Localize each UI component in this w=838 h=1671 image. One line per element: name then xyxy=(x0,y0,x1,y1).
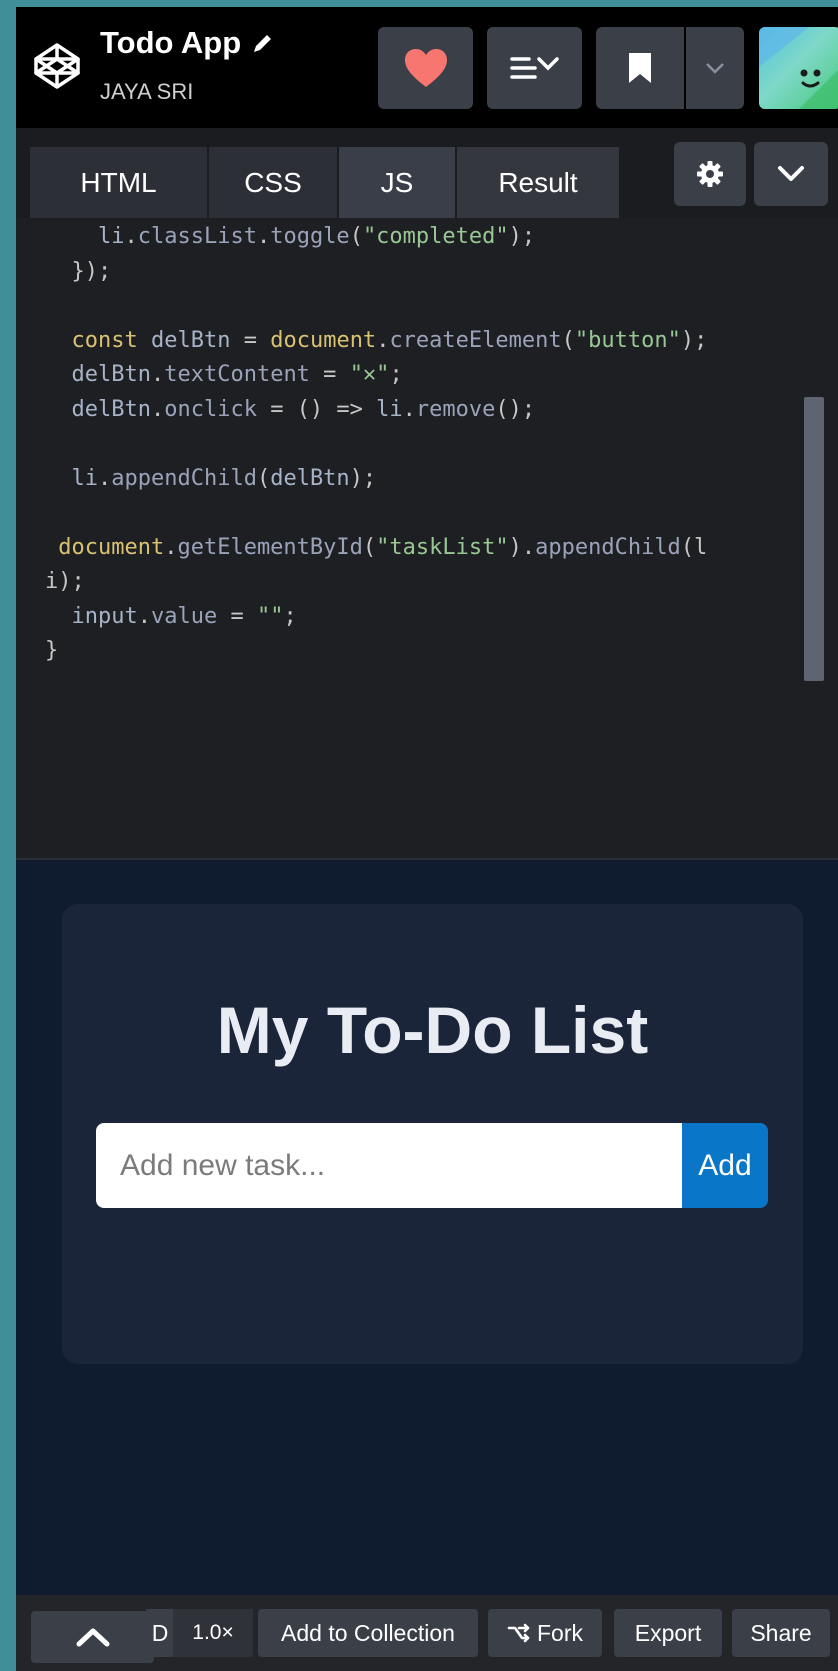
add-task-button[interactable]: Add xyxy=(682,1123,768,1208)
editor-collapse-button[interactable] xyxy=(754,142,828,206)
todo-card: My To-Do List Add xyxy=(62,904,803,1364)
pen-title[interactable]: Todo App xyxy=(100,25,241,61)
expand-console-button[interactable] xyxy=(31,1611,154,1663)
share-button[interactable]: Share xyxy=(732,1609,830,1657)
code-line: li.classList.toggle("completed"); xyxy=(97,224,536,249)
add-to-collection-button[interactable]: Add to Collection xyxy=(258,1609,478,1657)
fork-button[interactable]: Fork xyxy=(488,1609,602,1657)
code-line: input.value = ""; xyxy=(71,603,297,629)
editor-settings-button[interactable] xyxy=(674,142,746,206)
tab-css[interactable]: CSS xyxy=(209,147,337,218)
code-line: delBtn.textContent = "✕"; xyxy=(71,362,403,387)
author-name[interactable]: JAYA SRI xyxy=(100,79,193,105)
result-preview: My To-Do List Add xyxy=(16,860,838,1595)
details-icon xyxy=(509,57,559,79)
js-code-editor[interactable]: li.classList.toggle("completed"); }); co… xyxy=(16,218,838,858)
export-button[interactable]: Export xyxy=(614,1609,722,1657)
tab-js[interactable]: JS xyxy=(339,147,455,218)
task-input[interactable] xyxy=(96,1123,682,1208)
like-button[interactable] xyxy=(378,27,473,109)
chevron-down-icon xyxy=(706,63,724,74)
editor-tab-bar: HTML CSS JS Result xyxy=(16,128,838,218)
codepen-logo-icon[interactable] xyxy=(32,41,82,91)
codepen-window: Todo App JAYA SRI HTML CSS JS Result li.… xyxy=(16,7,838,1671)
chevron-up-icon xyxy=(76,1628,109,1647)
gear-icon xyxy=(697,161,723,187)
truncated-menu-button[interactable]: D xyxy=(146,1609,174,1657)
details-button[interactable] xyxy=(487,27,582,109)
bookmark-button[interactable] xyxy=(596,27,684,109)
code-line: const delBtn = document.createElement("b… xyxy=(71,327,708,353)
bookmark-icon xyxy=(629,53,651,83)
pencil-icon[interactable] xyxy=(251,31,275,55)
fork-label: Fork xyxy=(537,1619,583,1646)
editor-scrollbar[interactable] xyxy=(804,397,824,681)
zoom-level[interactable]: 1.0× xyxy=(173,1609,253,1657)
chevron-down-icon xyxy=(778,166,804,181)
code-line: document.getElementById("taskList").appe… xyxy=(58,534,708,560)
code-line: i); xyxy=(45,569,85,594)
code-line: }); xyxy=(45,258,112,284)
code-line: li.appendChild(delBtn); xyxy=(71,465,377,491)
fork-icon xyxy=(507,1623,530,1643)
avatar-face-icon xyxy=(759,27,838,109)
top-header: Todo App JAYA SRI xyxy=(16,7,838,128)
title-row: Todo App xyxy=(100,25,275,61)
heart-icon xyxy=(404,49,447,87)
collection-dropdown-button[interactable] xyxy=(686,27,744,109)
avatar[interactable] xyxy=(759,27,838,109)
code-line: delBtn.onclick = () => li.remove(); xyxy=(71,396,536,422)
code-content[interactable]: li.classList.toggle("completed"); }); co… xyxy=(45,220,707,669)
todo-title: My To-Do List xyxy=(216,993,649,1067)
tab-result[interactable]: Result xyxy=(457,147,619,218)
bottom-toolbar: D 1.0× Add to Collection Fork Export Sha… xyxy=(16,1595,838,1671)
code-line: } xyxy=(45,638,59,663)
tab-html[interactable]: HTML xyxy=(30,147,207,218)
